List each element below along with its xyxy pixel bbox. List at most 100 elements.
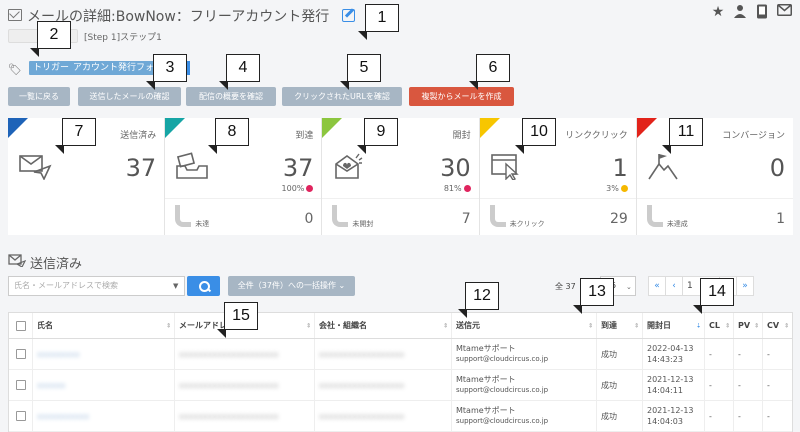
sort-icon: ⇕ bbox=[165, 322, 171, 329]
col-pv[interactable]: PV ⇕ bbox=[734, 313, 763, 338]
callout-12: 12 bbox=[458, 282, 499, 318]
table-row[interactable]: xxxxxx xxxxxxxxxxxxxxxxxxxxx xxxxxxxxxxx… bbox=[9, 370, 792, 401]
open-time: 14:04:11 bbox=[647, 386, 683, 395]
stat-value: 1 bbox=[612, 154, 628, 182]
confirm-sent-mail-button[interactable]: 送信したメールの確認 bbox=[78, 87, 181, 106]
stat-rate-text: 81% bbox=[443, 184, 462, 193]
sender-email: support@cloudcircus.co.jp bbox=[456, 355, 549, 363]
search-input[interactable]: 氏名・メールアドレスで検索 bbox=[8, 276, 185, 296]
chevron-down-icon[interactable]: ⌄ bbox=[626, 283, 632, 291]
delivery-summary-button[interactable]: 配信の概要を確認 bbox=[186, 87, 276, 106]
row-checkbox[interactable] bbox=[15, 411, 26, 421]
stat-rate: 3% bbox=[606, 184, 628, 193]
table-row[interactable]: xxxxxxxxx xxxxxxxxxxxxxxxxxxxxx xxxxxxxx… bbox=[9, 339, 792, 370]
col-label: 到達 bbox=[601, 321, 617, 330]
col-sender[interactable]: 送信元 ⇕ bbox=[452, 313, 597, 338]
callout-5: 5 bbox=[340, 54, 381, 90]
delivery-cell: 成功 bbox=[597, 370, 643, 400]
redacted-email: xxxxxxxxxxxxxxxxxxxxx bbox=[179, 411, 279, 421]
return-arrow-icon bbox=[175, 205, 192, 227]
bulk-action-label: 全件（37件）への一括操作 bbox=[237, 281, 336, 290]
rate-indicator-icon bbox=[463, 185, 471, 192]
redacted-name[interactable]: xxxxxx bbox=[37, 381, 65, 390]
color-corner bbox=[479, 118, 500, 138]
color-corner bbox=[8, 118, 28, 138]
tag-trigger[interactable]: トリガー bbox=[29, 61, 74, 75]
callout-15: 15 bbox=[217, 302, 258, 338]
user-icon[interactable] bbox=[732, 4, 748, 20]
stat-label: 到達 bbox=[295, 131, 314, 141]
cl-cell: - bbox=[705, 401, 734, 431]
stat-label: 開封 bbox=[452, 131, 471, 141]
first-page-button[interactable]: « bbox=[648, 276, 666, 296]
col-name[interactable]: 氏名 ⇕ bbox=[33, 313, 175, 338]
col-cl[interactable]: CL ⇕ bbox=[705, 313, 734, 338]
stat-label: 送信済み bbox=[120, 131, 157, 141]
open-time: 14:04:03 bbox=[647, 417, 683, 426]
sub-value: 0 bbox=[304, 211, 314, 227]
callout-14: 14 bbox=[693, 278, 734, 314]
col-company[interactable]: 会社・組織名 ⇕ bbox=[315, 313, 452, 338]
email-cell: xxxxxxxxxxxxxxxxxxxxx bbox=[175, 401, 315, 431]
redacted-company: xxxxxxxxxxxxxxxxxx bbox=[319, 411, 405, 421]
back-button[interactable]: 一覧に戻る bbox=[8, 87, 70, 106]
redacted-name[interactable]: xxxxxxxxx bbox=[37, 350, 80, 359]
prev-page-button[interactable]: ‹ bbox=[665, 276, 683, 296]
company-cell: xxxxxxxxxxxxxxxxxx bbox=[315, 401, 452, 431]
return-arrow-icon bbox=[646, 205, 663, 227]
return-arrow-icon bbox=[489, 205, 506, 227]
col-delivery[interactable]: 到達 ⇕ bbox=[597, 313, 643, 338]
tag-icon: 🏷 bbox=[8, 63, 22, 76]
stat-rate: 100% bbox=[282, 184, 314, 193]
row-checkbox[interactable] bbox=[15, 380, 26, 390]
open-date-cell: 2021-12-13 14:04:03 bbox=[643, 401, 705, 431]
select-all-cell bbox=[9, 313, 33, 338]
edit-icon[interactable] bbox=[342, 9, 355, 22]
col-label: PV bbox=[738, 321, 751, 330]
star-icon[interactable]: ★ bbox=[710, 4, 726, 20]
row-select-cell bbox=[9, 401, 33, 431]
stat-value: 37 bbox=[282, 154, 314, 182]
bulk-action-button[interactable]: 全件（37件）への一括操作 ⌄ bbox=[228, 276, 355, 296]
chevron-down-icon[interactable]: ▼ bbox=[173, 282, 178, 290]
duplicate-mail-button[interactable]: 複製からメールを作成 bbox=[409, 87, 514, 106]
search-button[interactable] bbox=[187, 276, 220, 296]
col-label: CV bbox=[767, 321, 780, 330]
name-cell[interactable]: xxxxxxxxxxx bbox=[33, 401, 175, 431]
stat-rate-text: 3% bbox=[606, 184, 619, 193]
row-select-cell bbox=[9, 339, 33, 369]
cv-cell: - bbox=[767, 349, 770, 359]
sub-label: 未達 bbox=[195, 220, 210, 228]
redacted-email: xxxxxxxxxxxxxxxxxxxxx bbox=[179, 380, 279, 390]
last-page-button[interactable]: » bbox=[736, 276, 754, 296]
table-row[interactable]: xxxxxxxxxxx xxxxxxxxxxxxxxxxxxxxx xxxxxx… bbox=[9, 401, 792, 432]
sort-icon: ⇕ bbox=[442, 322, 448, 329]
stat-rate-text: 100% bbox=[281, 184, 305, 193]
col-label: CL bbox=[709, 321, 720, 330]
name-cell[interactable]: xxxxxx bbox=[33, 370, 175, 400]
col-cv[interactable]: CV ⇕ bbox=[763, 313, 792, 338]
redacted-company: xxxxxxxxxxxxxxxxxx bbox=[319, 349, 405, 359]
row-select-cell bbox=[9, 370, 33, 400]
stat-subrow: 未達 0 bbox=[165, 198, 322, 235]
mail-icon[interactable] bbox=[776, 4, 792, 20]
col-open-date[interactable]: 開封日 ⇣ bbox=[643, 313, 705, 338]
callout-9: 9 bbox=[357, 118, 398, 154]
name-cell[interactable]: xxxxxxxxx bbox=[33, 339, 175, 369]
stat-subrow: 未開封 7 bbox=[322, 198, 479, 235]
table-header: 氏名 ⇕ メールアドレス ⇕ 会社・組織名 ⇕ 送信元 ⇕ 到達 ⇕ 開封日 ⇣ CL ⇕ P… bbox=[9, 313, 792, 339]
cv-cell: - bbox=[767, 380, 770, 390]
mobile-icon[interactable] bbox=[754, 4, 770, 20]
row-checkbox[interactable] bbox=[15, 349, 26, 359]
callout-1: 1 bbox=[358, 4, 399, 40]
recipients-table: 氏名 ⇕ メールアドレス ⇕ 会社・組織名 ⇕ 送信元 ⇕ 到達 ⇕ 開封日 ⇣ CL ⇕ P… bbox=[8, 312, 793, 432]
company-cell: xxxxxxxxxxxxxxxxxx bbox=[315, 370, 452, 400]
select-all-checkbox[interactable] bbox=[15, 320, 26, 331]
redacted-name[interactable]: xxxxxxxxxxx bbox=[37, 412, 89, 421]
email-cell: xxxxxxxxxxxxxxxxxxxxx bbox=[175, 339, 315, 369]
stat-subrow: 未達成 1 bbox=[636, 198, 794, 235]
sender-name: Mtameサポート bbox=[456, 375, 516, 384]
stat-label: コンバージョン bbox=[722, 131, 786, 141]
click-icon bbox=[490, 152, 524, 181]
sort-icon: ⇕ bbox=[783, 322, 789, 329]
